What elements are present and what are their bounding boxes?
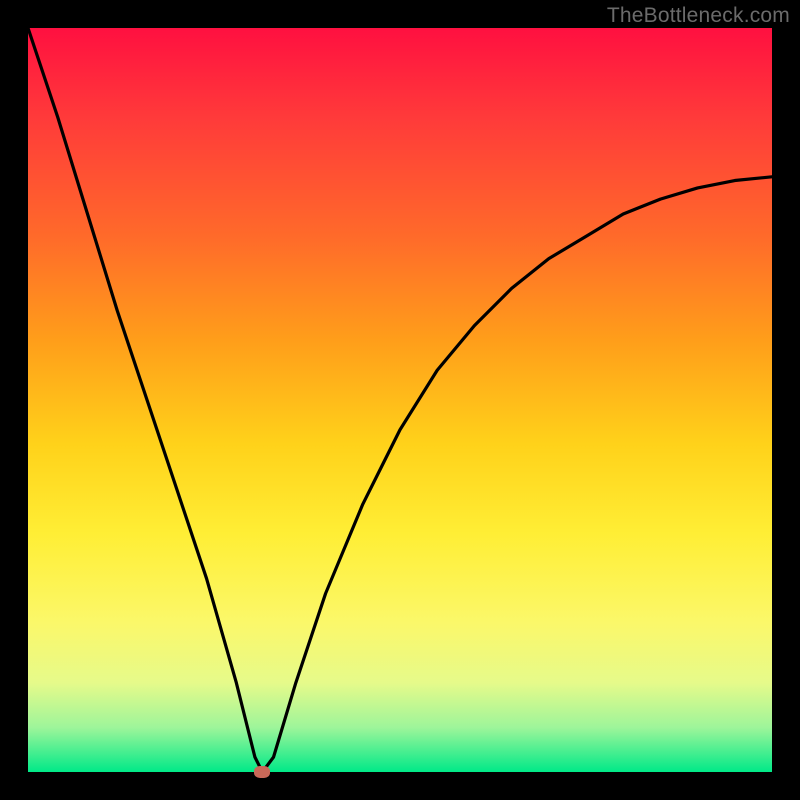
plot-area: [28, 28, 772, 772]
minimum-marker: [254, 766, 270, 778]
bottleneck-curve: [28, 28, 772, 772]
curve-svg: [28, 28, 772, 772]
chart-frame: TheBottleneck.com: [0, 0, 800, 800]
watermark-text: TheBottleneck.com: [607, 4, 790, 28]
